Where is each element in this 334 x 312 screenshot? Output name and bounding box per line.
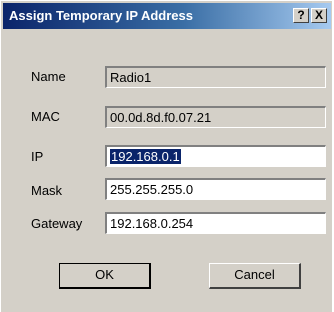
- help-button[interactable]: ?: [293, 8, 309, 23]
- assign-ip-dialog: Assign Temporary IP Address ? X Name Rad…: [0, 0, 332, 312]
- ip-value-selected: 192.168.0.1: [110, 149, 181, 164]
- name-field: Radio1: [105, 66, 326, 88]
- close-button[interactable]: X: [311, 8, 327, 23]
- name-label: Name: [31, 69, 66, 84]
- gateway-label: Gateway: [31, 216, 83, 231]
- ip-label: IP: [31, 149, 44, 164]
- mac-field: 00.0d.8d.f0.07.21: [105, 106, 326, 128]
- close-icon: X: [314, 8, 323, 22]
- mask-label: Mask: [31, 183, 63, 198]
- ip-field[interactable]: 192.168.0.1: [105, 145, 326, 167]
- mask-field[interactable]: 255.255.255.0: [105, 178, 326, 200]
- ok-button[interactable]: OK: [59, 263, 151, 289]
- title-bar[interactable]: Assign Temporary IP Address ? X: [3, 3, 331, 29]
- mac-label: MAC: [31, 109, 60, 124]
- gateway-field[interactable]: 192.168.0.254: [105, 212, 326, 234]
- dialog-title: Assign Temporary IP Address: [9, 8, 193, 23]
- cancel-button[interactable]: Cancel: [209, 263, 301, 289]
- question-mark-icon: ?: [297, 8, 305, 22]
